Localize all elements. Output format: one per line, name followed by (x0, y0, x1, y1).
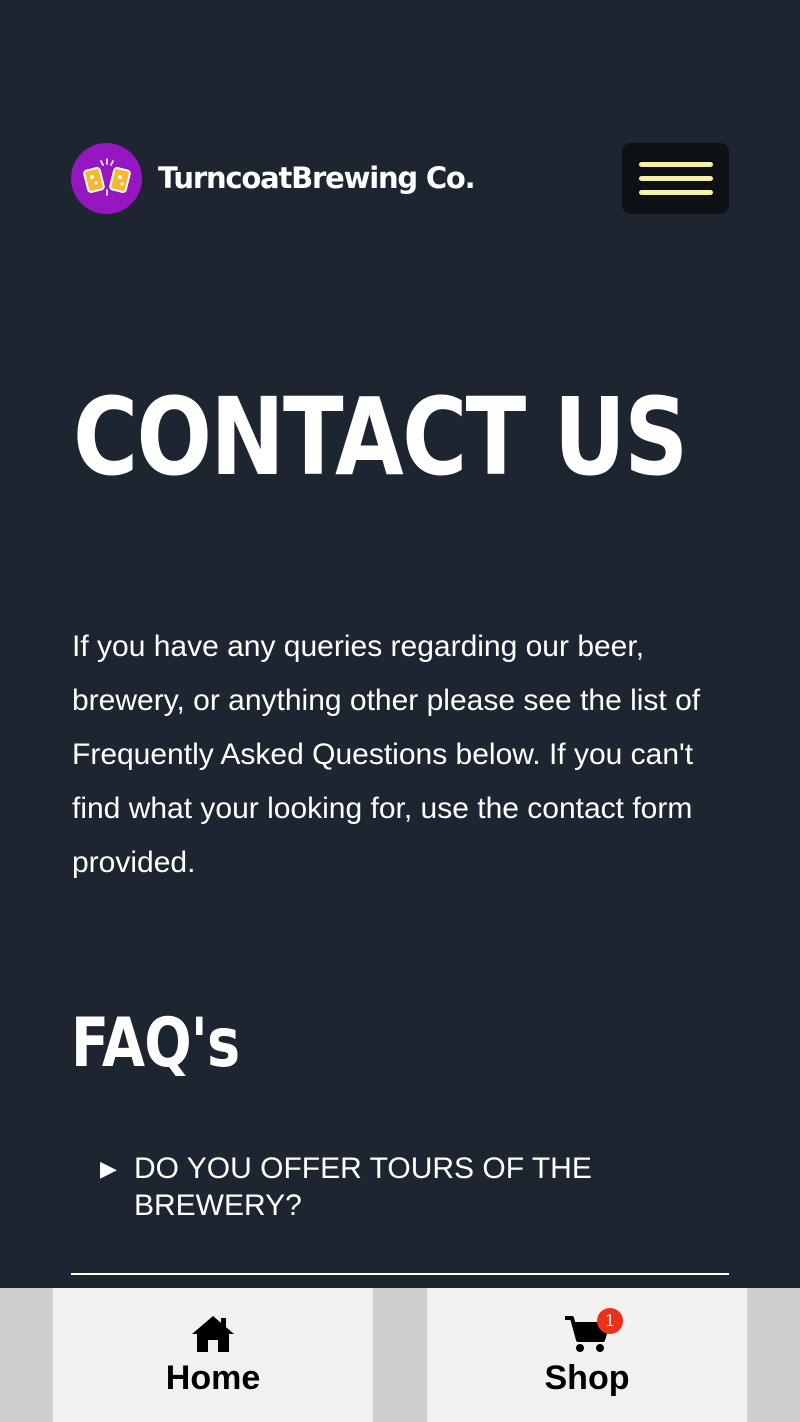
shopping-cart-icon: 1 (563, 1308, 623, 1354)
home-nav-button[interactable]: Home (53, 1288, 373, 1422)
shop-nav-button[interactable]: 1 Shop (427, 1288, 747, 1422)
home-nav-label: Home (165, 1359, 261, 1397)
faq-item-tours[interactable]: ▶ DO YOU OFFER TOURS OF THE BREWERY? (100, 1150, 700, 1224)
faq-question: DO YOU OFFER TOURS OF THE BREWERY? (134, 1152, 592, 1222)
intro-text: If you have any queries regarding our be… (72, 630, 701, 879)
cart-count-badge: 1 (597, 1308, 623, 1334)
bottom-nav: Home 1 Shop (0, 1288, 800, 1422)
hamburger-menu-icon (638, 161, 713, 167)
site-header: TurncoatBrewing Co. (71, 142, 729, 214)
faq-heading: FAQ's (71, 1004, 240, 1083)
faq-divider (71, 1273, 729, 1275)
contact-page: TurncoatBrewing Co. CONTACT US If you ha… (0, 0, 800, 1422)
brand-name: TurncoatBrewing Co. (158, 161, 476, 195)
cheers-beer-mugs-icon (71, 142, 142, 214)
hamburger-menu-icon-bar (638, 189, 713, 195)
page-title: CONTACT US (73, 376, 688, 500)
disclosure-triangle-icon: ▶ (100, 1156, 117, 1181)
home-icon (190, 1314, 236, 1354)
brand-home-link[interactable]: TurncoatBrewing Co. (71, 142, 476, 214)
hamburger-menu-icon-bar (638, 175, 713, 181)
hamburger-menu-button[interactable] (622, 142, 729, 214)
shop-nav-label: Shop (544, 1359, 630, 1397)
